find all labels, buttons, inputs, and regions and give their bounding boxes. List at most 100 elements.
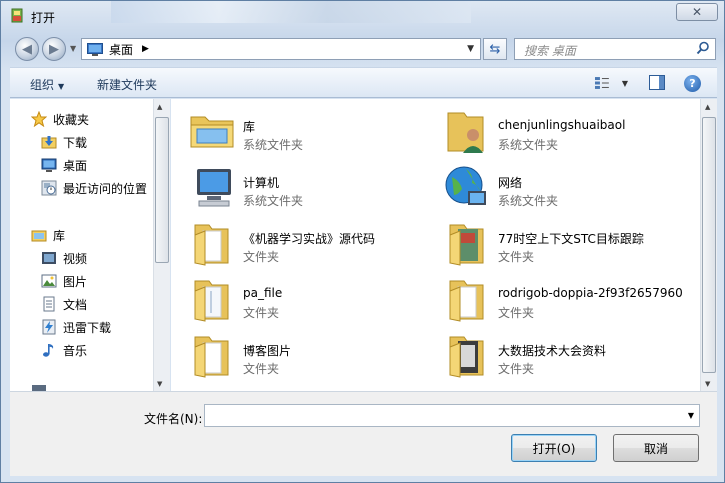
command-bar: 组织 ▼ 新建文件夹 ▼ ? [10,67,717,98]
sidebar-item-desktop[interactable]: 桌面 [41,155,87,175]
list-item[interactable]: 77时空上下文STC目标跟踪 文件夹 [426,213,681,266]
scroll-thumb[interactable] [702,117,716,373]
file-list-scrollbar[interactable]: ▲ ▼ [700,99,717,391]
scroll-down-icon[interactable]: ▼ [705,380,710,388]
forward-button[interactable]: ▶ [42,37,66,61]
new-folder-button[interactable]: 新建文件夹 [97,76,157,93]
sidebar-item-libraries[interactable]: 库 [31,225,65,245]
item-name: 《机器学习实战》源代码 [243,232,376,246]
search-icon[interactable] [696,41,710,55]
music-library-icon [43,344,54,357]
item-type: 文件夹 [498,306,535,320]
desktop-icon [87,42,103,56]
library-icon [31,230,47,242]
sidebar-item-label: 文档 [63,297,88,312]
forward-arrow-icon: ▶ [49,41,59,57]
file-list: 库 系统文件夹 chenjunlingshuaibaol 系统文件夹 计算机 系… [171,99,700,391]
address-bar[interactable]: 桌面 ▶ ▼ [81,38,481,60]
item-name: rodrigob-doppia-2f93f2657960 [498,286,683,300]
item-type: 文件夹 [243,250,280,264]
chevron-down-icon: ▼ [58,82,65,91]
scroll-thumb[interactable] [155,117,169,263]
item-name: pa_file [243,286,283,300]
sidebar-item-label: 音乐 [63,343,88,358]
sidebar-item-music[interactable]: 音乐 [41,340,87,360]
list-item[interactable]: 网络 系统文件夹 [426,157,681,209]
item-type: 文件夹 [498,362,535,376]
refresh-button[interactable]: ⇆ [483,38,507,60]
item-name: 计算机 [243,176,280,190]
list-item[interactable]: 大数据技术大会资料 文件夹 [426,325,681,378]
sidebar-item-label: 最近访问的位置 [63,181,148,196]
desktop-icon [41,158,57,172]
documents-library-icon [43,296,55,312]
list-item[interactable]: pa_file 文件夹 [171,269,426,322]
window-title: 打开 [31,11,56,25]
list-item[interactable]: 博客图片 文件夹 [171,325,426,378]
navigation-bar: ◀ ▶ ▼ 桌面 ▶ ▼ ⇆ 搜索 桌面 [1,31,725,65]
sidebar-item-partial[interactable] [31,381,53,391]
thunder-download-icon [42,319,56,335]
back-button[interactable]: ◀ [15,37,39,61]
search-placeholder: 搜索 桌面 [524,44,576,58]
organize-menu[interactable]: 组织 ▼ [30,76,64,93]
title-bar: 打开 ✕ [1,1,725,31]
recent-places-icon [41,180,57,196]
sidebar-item-thunder-download[interactable]: 迅雷下载 [41,317,111,337]
address-path[interactable]: 桌面 [109,41,133,58]
breadcrumb-chevron-icon[interactable]: ▶ [142,44,149,54]
preview-pane-button[interactable] [649,75,665,90]
chevron-down-icon[interactable]: ▼ [688,411,694,420]
sidebar-item-label: 收藏夹 [53,112,90,127]
scroll-up-icon[interactable]: ▲ [705,103,710,111]
network-icon [445,166,486,205]
list-item[interactable]: 库 系统文件夹 [171,101,426,153]
refresh-icon: ⇆ [489,41,501,57]
list-item[interactable]: 计算机 系统文件夹 [171,157,426,209]
open-button[interactable]: 打开(O) [511,434,597,462]
scroll-down-icon[interactable]: ▼ [157,380,162,388]
back-arrow-icon: ◀ [22,41,32,57]
item-type: 文件夹 [243,306,280,320]
open-file-dialog: 打开 ✕ ◀ ▶ ▼ 桌面 ▶ ▼ ⇆ 搜索 桌面 组织 ▼ 新建文件夹 ▼ ?… [0,0,725,483]
cancel-button[interactable]: 取消 [613,434,699,462]
sidebar-item-label: 库 [53,228,66,243]
item-type: 文件夹 [243,362,280,376]
user-folder-icon [447,112,484,153]
navigation-pane: 收藏夹 下载 桌面 最近访问的位置 库 视频 图片 文档 迅雷下载 音乐 [10,99,170,391]
navigation-pane-scrollbar[interactable]: ▲ ▼ [153,99,170,391]
list-item[interactable]: chenjunlingshuaibaol 系统文件夹 [426,101,681,153]
list-item[interactable]: 《机器学习实战》源代码 文件夹 [171,213,426,266]
sidebar-item-label: 下载 [63,135,88,150]
help-button[interactable]: ? [684,75,701,92]
folder-icon [449,336,484,378]
view-options-icon [594,77,609,89]
recent-pages-dropdown[interactable]: ▼ [70,44,76,53]
sidebar-item-recent-places[interactable]: 最近访问的位置 [41,178,147,198]
filename-field[interactable] [205,405,675,426]
sidebar-item-label: 迅雷下载 [63,320,112,335]
search-box[interactable]: 搜索 桌面 [514,38,716,60]
folder-icon [194,224,229,266]
sidebar-item-favorites[interactable]: 收藏夹 [31,109,89,129]
filename-combobox[interactable]: ▼ [204,404,700,427]
sidebar-item-videos[interactable]: 视频 [41,248,87,268]
change-view-button[interactable]: ▼ [594,75,628,91]
item-type: 系统文件夹 [498,194,559,208]
scroll-up-icon[interactable]: ▲ [157,103,162,111]
close-button[interactable]: ✕ [676,3,718,21]
sidebar-item-pictures[interactable]: 图片 [41,271,87,291]
list-item[interactable]: rodrigob-doppia-2f93f2657960 文件夹 [426,269,683,322]
close-icon: ✕ [691,5,703,19]
item-name: 博客图片 [243,344,292,358]
computer-icon [32,385,46,391]
sidebar-item-documents[interactable]: 文档 [41,294,87,314]
folder-icon [449,280,484,322]
item-name: 77时空上下文STC目标跟踪 [498,232,644,246]
sidebar-item-label: 图片 [63,274,88,289]
chevron-down-icon: ▼ [621,78,628,88]
folder-icon [449,224,484,266]
sidebar-item-download[interactable]: 下载 [41,132,87,152]
video-library-icon [42,252,56,264]
address-dropdown-icon[interactable]: ▼ [467,44,474,54]
